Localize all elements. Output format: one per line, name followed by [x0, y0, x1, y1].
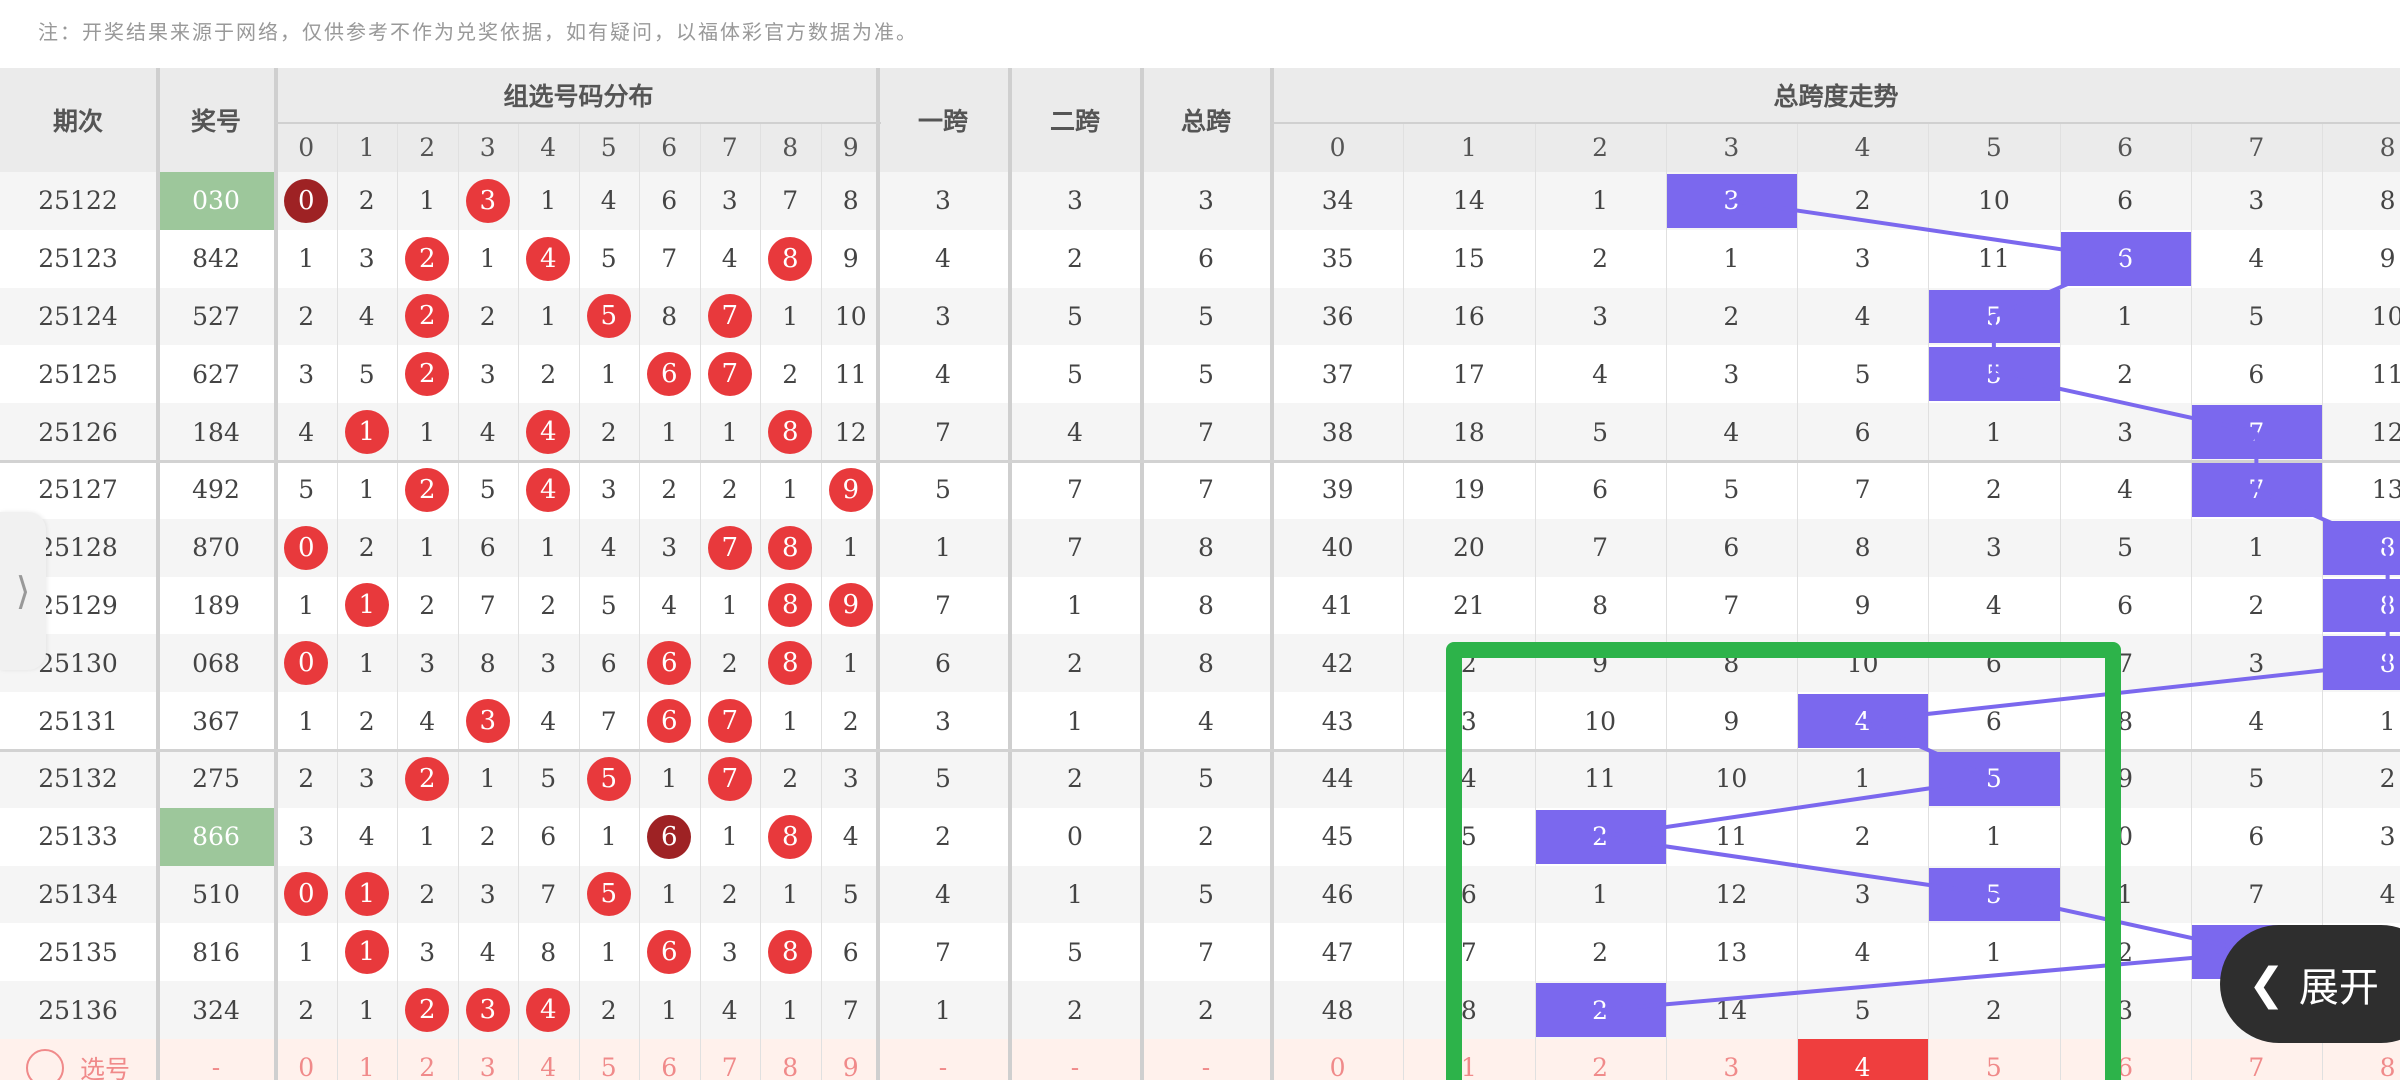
expand-button-label: 展开	[2298, 965, 2379, 1011]
side-drawer-tab[interactable]: ⟩	[0, 512, 46, 670]
trend-connector-line	[1599, 834, 1995, 897]
trend-connector-line	[1993, 256, 2126, 319]
trend-connector-line	[2255, 488, 2389, 550]
trend-connector-line	[1861, 719, 1995, 781]
trend-connector-line	[1993, 372, 2257, 435]
chevron-right-icon: ⟩	[15, 569, 31, 613]
trend-connector-line	[1862, 661, 2388, 724]
trend-connector-line	[1599, 776, 1995, 839]
trend-overlay	[1446, 198, 2390, 1080]
trend-connector-line	[1731, 198, 2126, 261]
expand-button[interactable]: ❮ 展开	[2220, 925, 2400, 1043]
chevron-left-icon: ❮	[2248, 958, 2285, 1010]
trend-connector-line	[1993, 892, 2257, 955]
trend-connector-line	[1599, 950, 2257, 1013]
